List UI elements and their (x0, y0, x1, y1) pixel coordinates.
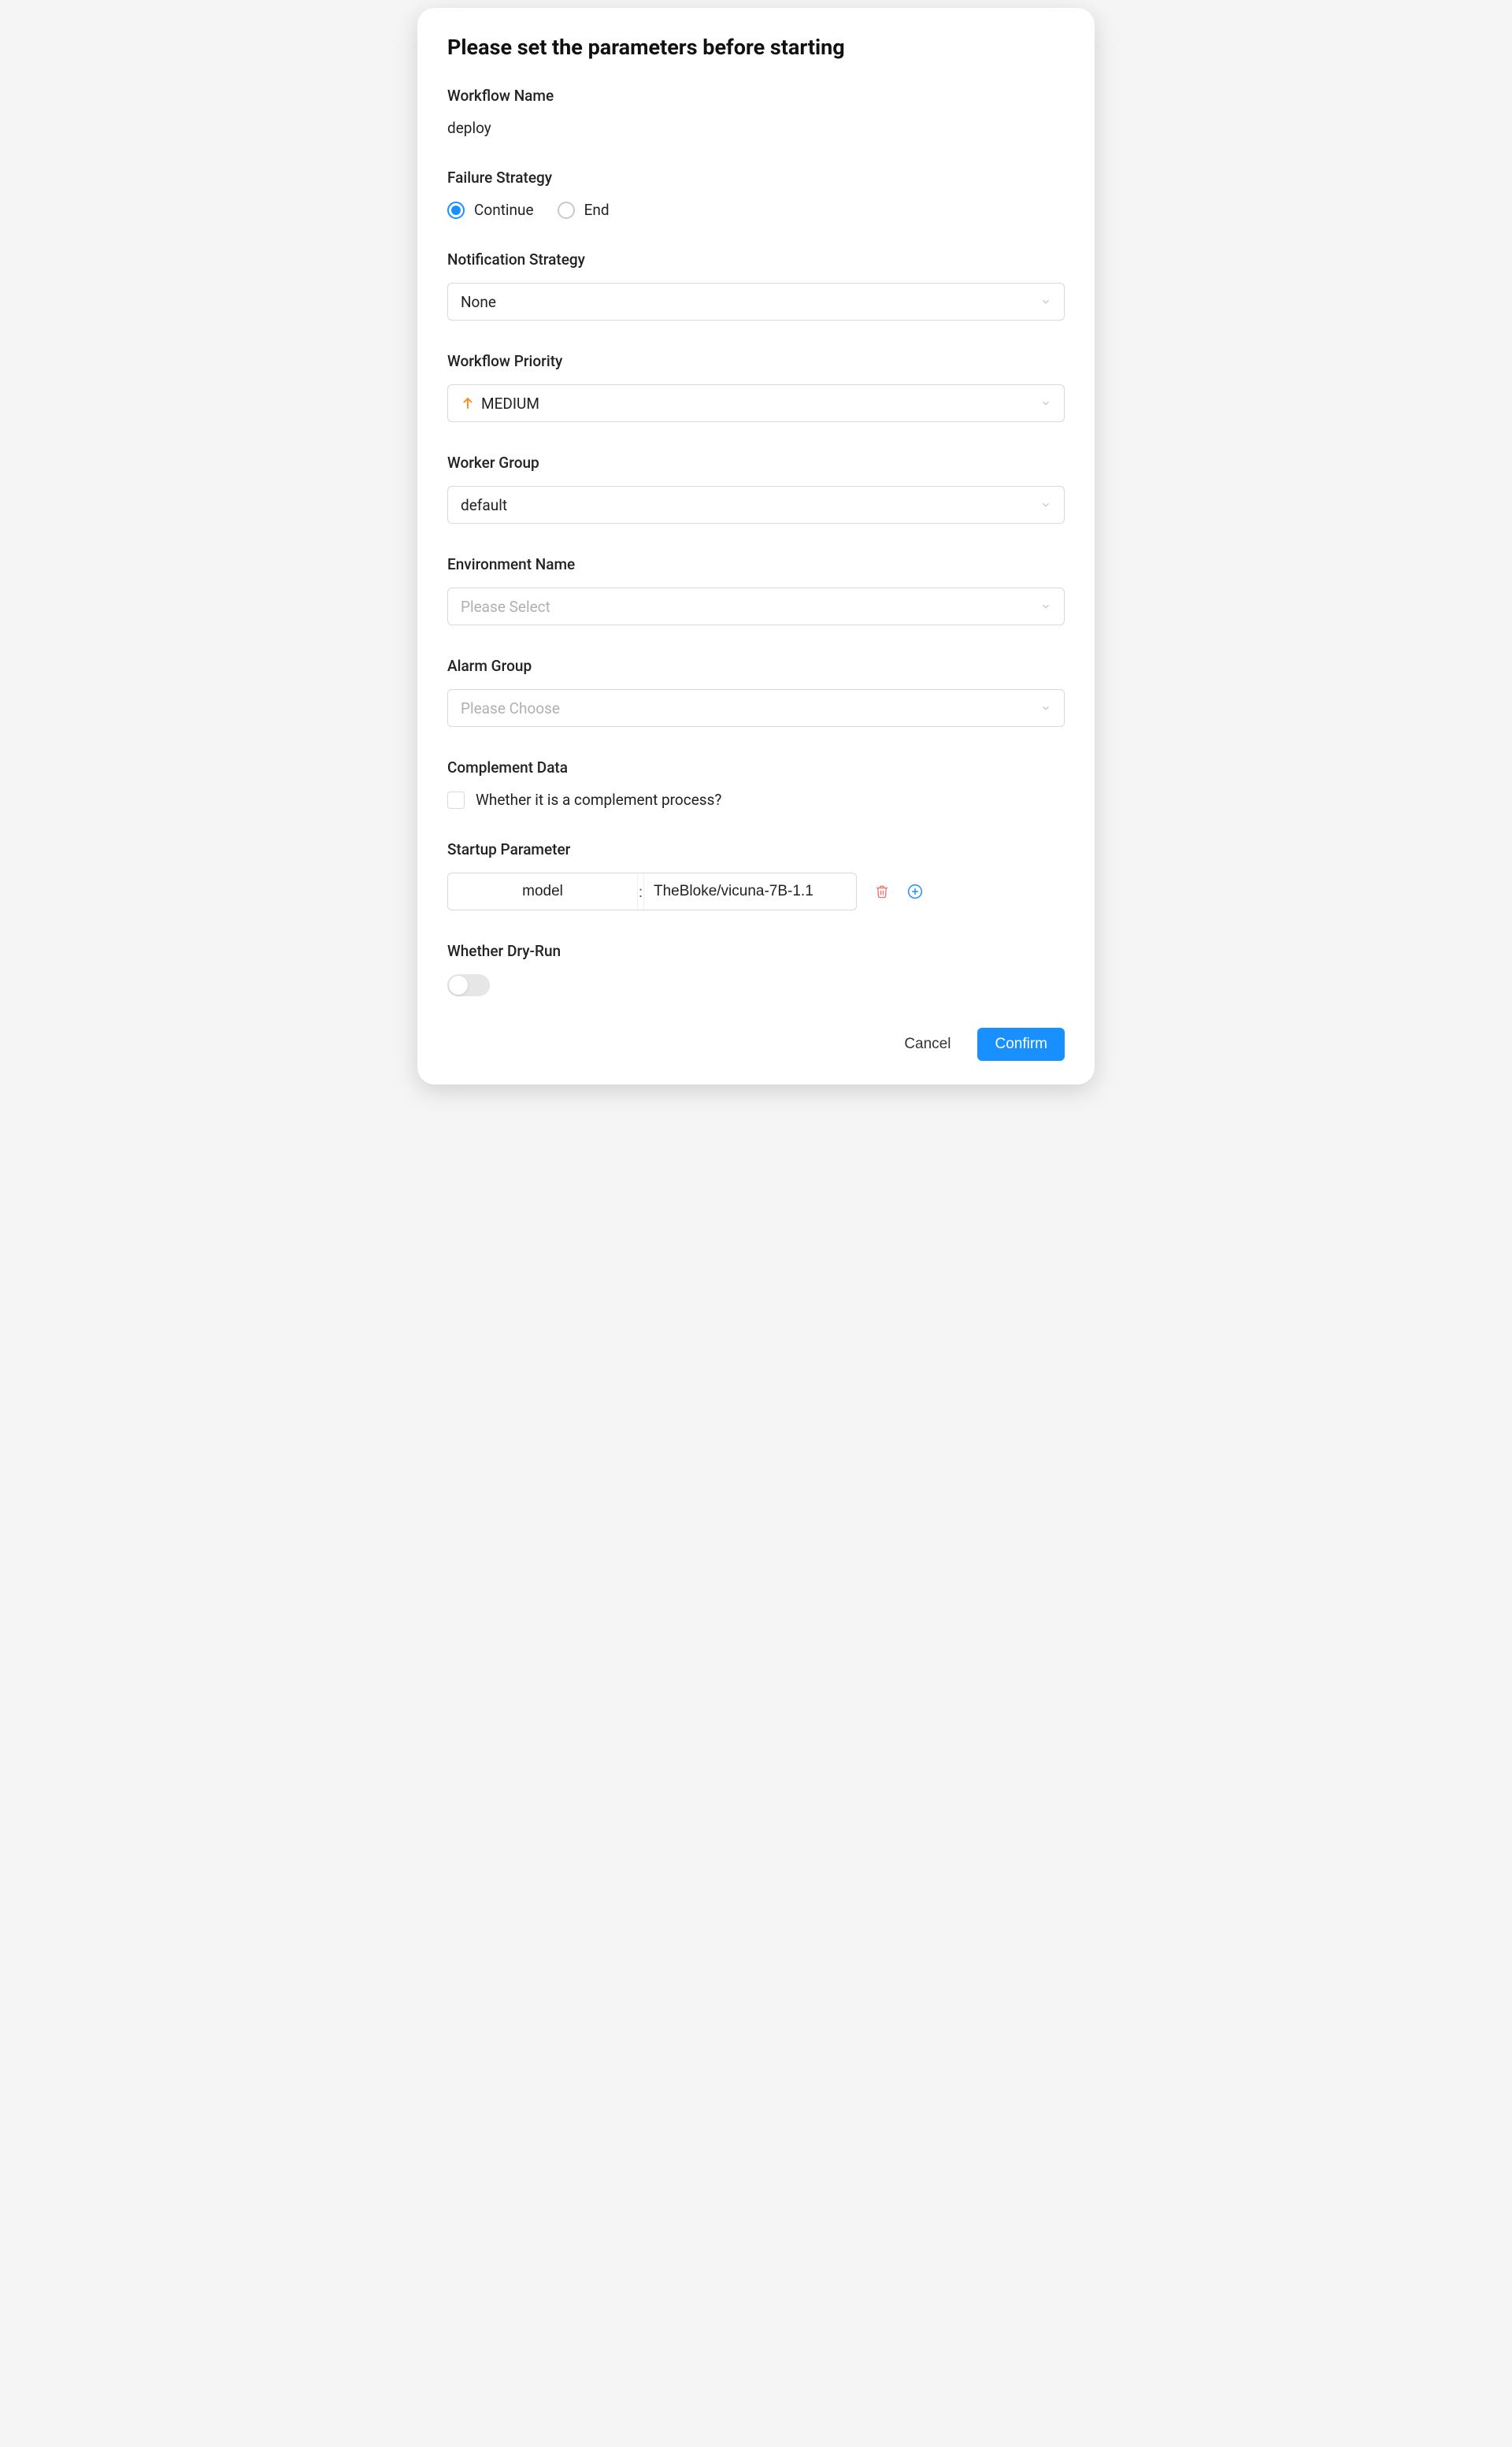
notification-strategy-label: Notification Strategy (447, 250, 1065, 269)
delete-parameter-button[interactable] (874, 884, 890, 899)
failure-strategy-label: Failure Strategy (447, 169, 1065, 187)
startup-parameter-key-input[interactable] (448, 873, 637, 910)
add-parameter-button[interactable] (907, 884, 923, 899)
workflow-priority-select[interactable]: MEDIUM (447, 384, 1065, 422)
worker-group-select[interactable]: default (447, 486, 1065, 524)
worker-group-label: Worker Group (447, 454, 1065, 472)
notification-strategy-select[interactable]: None (447, 283, 1065, 321)
workflow-name-label: Workflow Name (447, 87, 1065, 105)
radio-label: Continue (474, 201, 534, 219)
failure-strategy-group: Failure Strategy Continue End (447, 169, 1065, 219)
startup-parameter-value-input[interactable] (644, 873, 856, 910)
environment-name-group: Environment Name Please Select (447, 555, 1065, 625)
radio-label: End (584, 201, 610, 219)
param-separator: : (637, 873, 644, 910)
dry-run-group: Whether Dry-Run (447, 942, 1065, 996)
start-parameters-modal: Please set the parameters before startin… (417, 8, 1095, 1084)
plus-circle-icon (907, 884, 923, 899)
worker-group-group: Worker Group default (447, 454, 1065, 524)
workflow-name-value: deploy (447, 119, 1065, 137)
switch-knob (449, 976, 468, 995)
dry-run-switch[interactable] (447, 974, 490, 996)
select-value: MEDIUM (481, 395, 539, 413)
alarm-group-select[interactable]: Please Choose (447, 689, 1065, 727)
startup-parameter-row: : (447, 873, 1065, 910)
chevron-down-icon (1040, 499, 1051, 510)
workflow-name-group: Workflow Name deploy (447, 87, 1065, 137)
complement-data-group: Complement Data Whether it is a compleme… (447, 758, 1065, 809)
radio-icon (558, 202, 575, 219)
failure-strategy-end-radio[interactable]: End (558, 201, 610, 219)
cancel-button[interactable]: Cancel (899, 1029, 955, 1059)
complement-process-checkbox-label: Whether it is a complement process? (476, 791, 721, 809)
failure-strategy-continue-radio[interactable]: Continue (447, 201, 534, 219)
alarm-group-label: Alarm Group (447, 657, 1065, 675)
workflow-priority-group: Workflow Priority MEDIUM (447, 352, 1065, 422)
select-placeholder: Please Select (461, 598, 550, 616)
workflow-priority-label: Workflow Priority (447, 352, 1065, 370)
trash-icon (875, 884, 889, 899)
select-placeholder: Please Choose (461, 699, 560, 717)
arrow-up-icon (461, 396, 475, 410)
select-value: default (461, 496, 507, 514)
chevron-down-icon (1040, 703, 1051, 714)
alarm-group-group: Alarm Group Please Choose (447, 657, 1065, 727)
complement-data-label: Complement Data (447, 758, 1065, 777)
modal-footer: Cancel Confirm (447, 1028, 1065, 1061)
radio-icon (447, 202, 465, 219)
startup-parameter-box: : (447, 873, 857, 910)
select-value: None (461, 293, 496, 311)
notification-strategy-group: Notification Strategy None (447, 250, 1065, 321)
confirm-button[interactable]: Confirm (977, 1028, 1065, 1061)
environment-name-label: Environment Name (447, 555, 1065, 573)
environment-name-select[interactable]: Please Select (447, 588, 1065, 625)
chevron-down-icon (1040, 296, 1051, 307)
chevron-down-icon (1040, 398, 1051, 409)
chevron-down-icon (1040, 601, 1051, 612)
startup-parameter-label: Startup Parameter (447, 840, 1065, 858)
modal-title: Please set the parameters before startin… (447, 35, 1065, 60)
startup-parameter-group: Startup Parameter : (447, 840, 1065, 910)
dry-run-label: Whether Dry-Run (447, 942, 1065, 960)
complement-process-checkbox[interactable] (447, 792, 465, 809)
